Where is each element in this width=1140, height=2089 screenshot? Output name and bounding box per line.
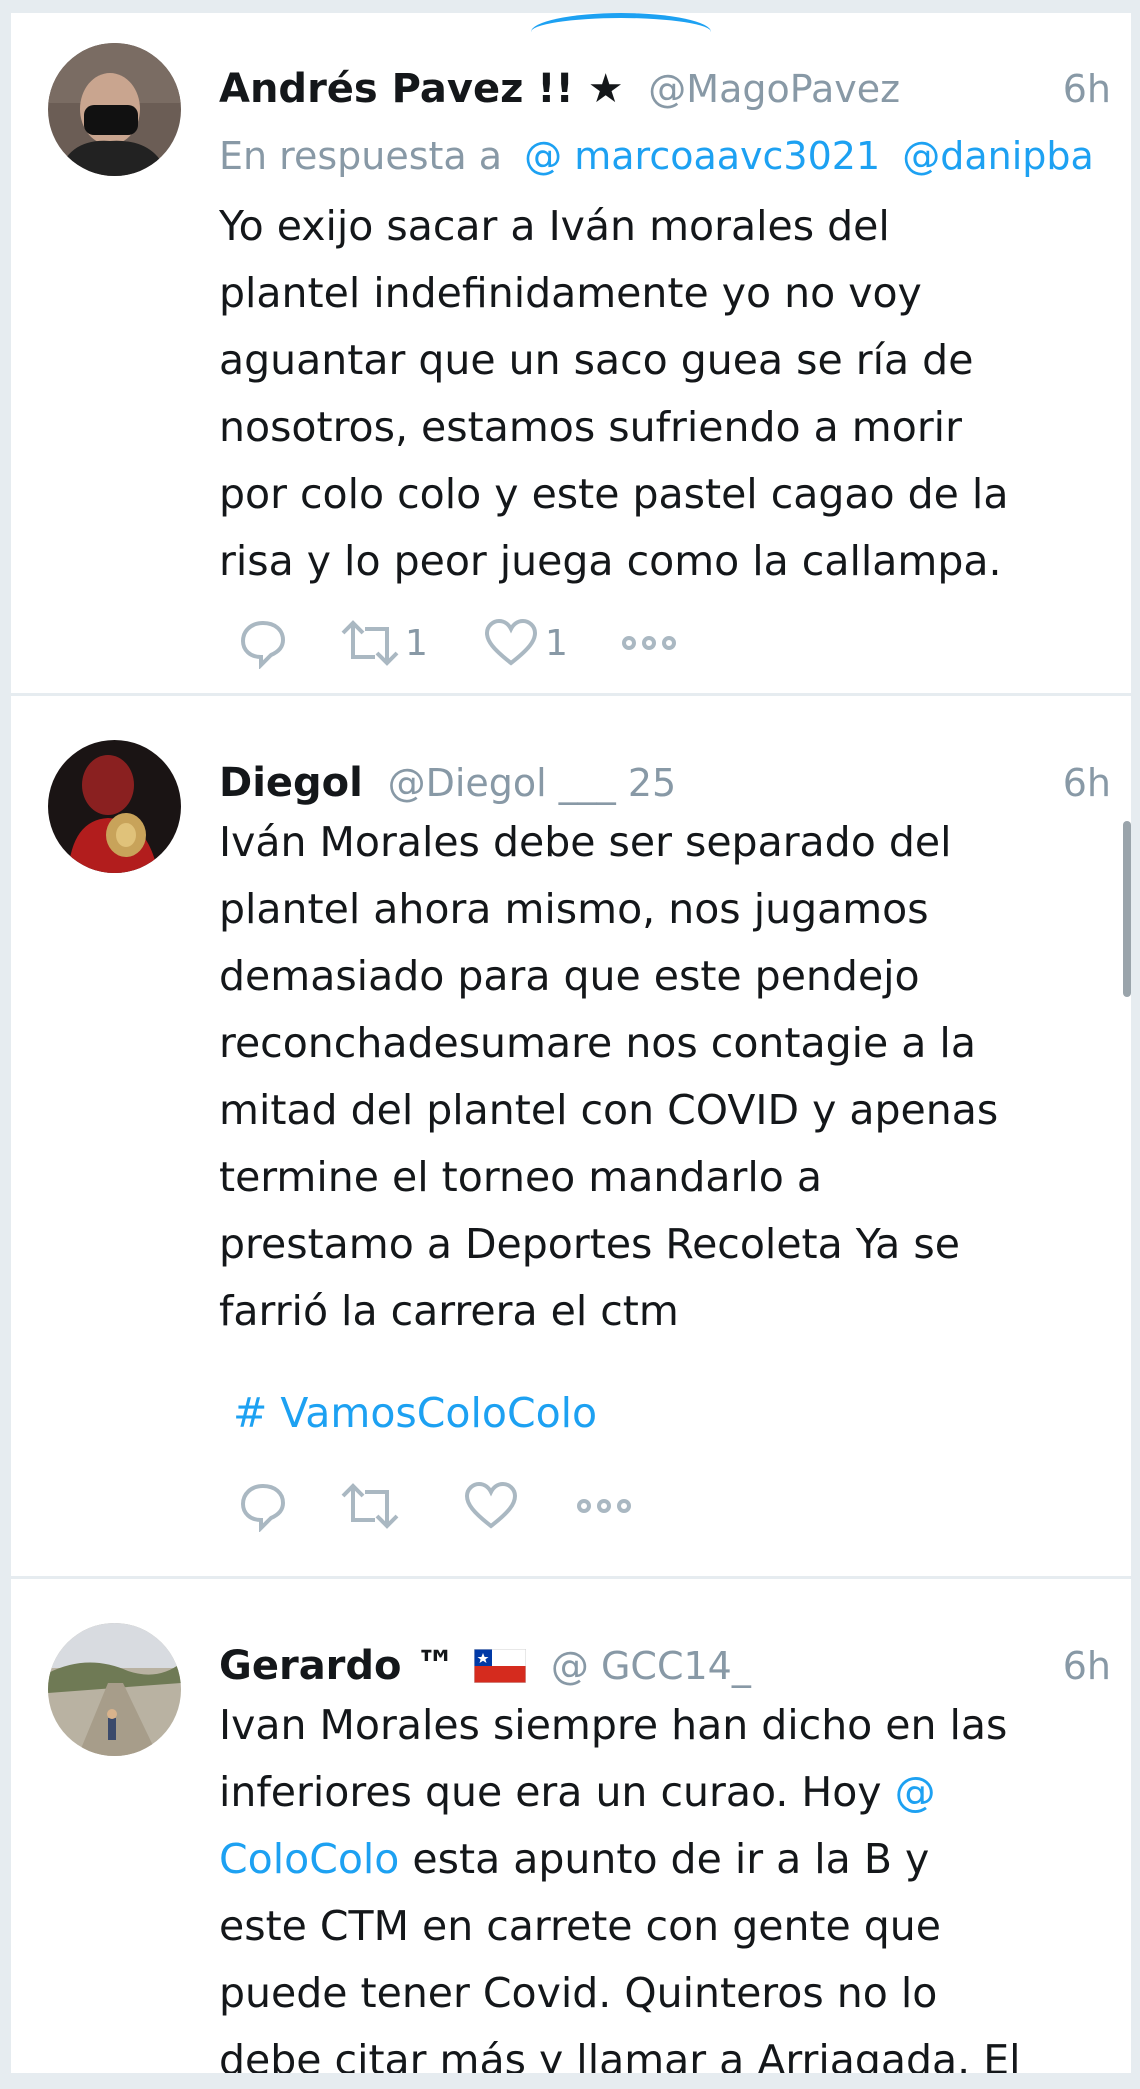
avatar[interactable]: [48, 1623, 181, 1756]
like-button[interactable]: [463, 1476, 519, 1536]
tweet[interactable]: Diegol @Diegol ___ 25 6h Iván Morales de…: [11, 696, 1131, 1579]
reply-icon: [240, 1483, 286, 1532]
chile-flag-icon: [474, 1649, 527, 1683]
reply-prefix: En respuesta a: [219, 134, 503, 178]
user-handle[interactable]: @Diegol ___ 25: [388, 761, 677, 805]
mention-link[interactable]: @: [895, 1768, 936, 1816]
user-name[interactable]: Gerardo ™: [219, 1643, 455, 1689]
hashtag-link[interactable]: # VamosColoColo: [233, 1380, 597, 1447]
user-name[interactable]: Diegol: [219, 760, 363, 806]
reply-button[interactable]: [237, 1476, 289, 1536]
retweet-icon: [341, 620, 399, 666]
reply-context: En respuesta a @ marcoaavc3021 @danipba: [219, 128, 1094, 184]
reply-user-link[interactable]: @danipba: [902, 134, 1094, 178]
tweet-text: Ivan Morales siempre han dicho en las in…: [219, 1692, 1109, 2073]
user-name[interactable]: Andrés Pavez !! ★: [219, 66, 624, 112]
tweet-text: Yo exijo sacar a Iván morales del plante…: [219, 202, 1009, 585]
avatar[interactable]: [48, 43, 181, 176]
retweet-button[interactable]: 1: [339, 613, 428, 673]
user-handle[interactable]: @ GCC14_: [551, 1644, 751, 1688]
timestamp[interactable]: 6h: [1063, 755, 1111, 811]
reply-button[interactable]: [237, 613, 289, 673]
retweet-icon: [341, 1483, 399, 1529]
timestamp[interactable]: 6h: [1063, 61, 1111, 117]
tweet-text-part: Ivan Morales siempre han dicho en las in…: [219, 1701, 1008, 1816]
more-button[interactable]: [619, 613, 679, 673]
retweet-count: 1: [405, 622, 428, 664]
timeline: Andrés Pavez !! ★ @MagoPavez 6h En respu…: [11, 13, 1131, 2073]
timestamp[interactable]: 6h: [1063, 1638, 1111, 1694]
tweet-header: Gerardo ™ @ GCC14_ 6h: [219, 1638, 1111, 1694]
reply-user-link[interactable]: @ marcoaavc3021: [524, 134, 880, 178]
heart-icon: [464, 1481, 518, 1529]
more-icon: [577, 1499, 631, 1513]
tweet-header: Diegol @Diegol ___ 25 6h: [219, 755, 1111, 811]
retweet-button[interactable]: [339, 1476, 401, 1536]
reply-icon: [240, 620, 286, 669]
like-button[interactable]: 1: [483, 613, 568, 673]
tweet[interactable]: Andrés Pavez !! ★ @MagoPavez 6h En respu…: [11, 13, 1131, 696]
tweet[interactable]: Gerardo ™ @ GCC14_ 6h Ivan Morales siemp…: [11, 1579, 1131, 2073]
like-count: 1: [545, 622, 568, 664]
more-button[interactable]: [574, 1476, 634, 1536]
scrollbar-thumb[interactable]: [1123, 821, 1131, 997]
tweet-text: Iván Morales debe ser separado del plant…: [219, 818, 999, 1335]
tweet-header: Andrés Pavez !! ★ @MagoPavez 6h: [219, 61, 1111, 117]
user-handle[interactable]: @MagoPavez: [648, 67, 900, 111]
mention-link[interactable]: ColoColo: [219, 1835, 399, 1883]
avatar[interactable]: [48, 740, 181, 873]
heart-icon: [484, 618, 538, 666]
more-icon: [622, 636, 676, 650]
